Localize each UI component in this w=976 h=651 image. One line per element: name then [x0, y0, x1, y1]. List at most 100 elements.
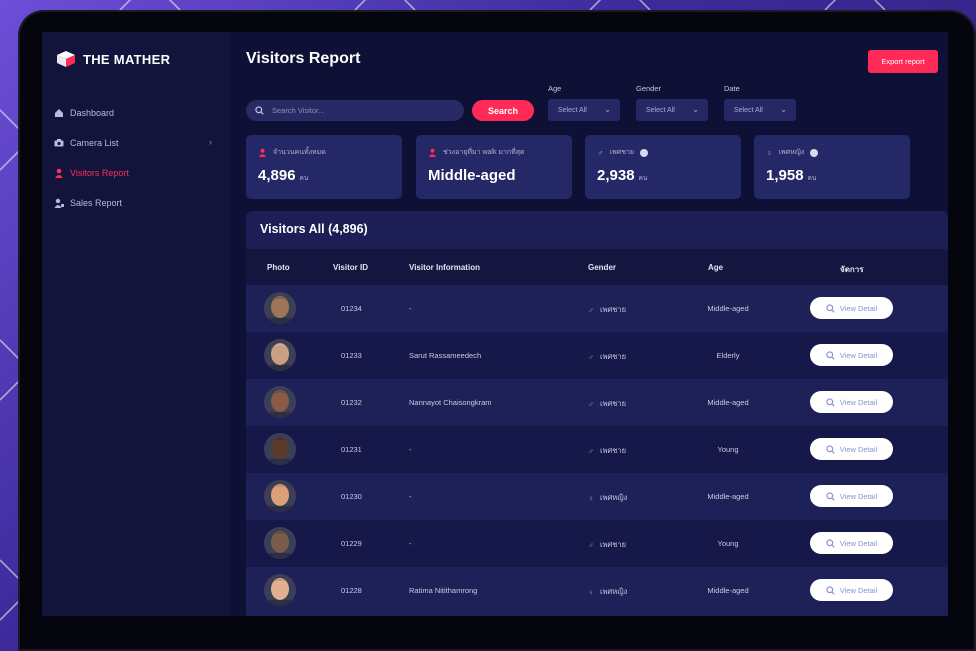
age-select[interactable]: Select All ⌄: [548, 99, 620, 121]
view-detail-label: View Detail: [839, 538, 878, 548]
sidebar-item-label: Camera List: [70, 138, 119, 148]
visitor-id: 01230: [341, 492, 362, 501]
table-row: 01230 - ♀ เพศหญิง Middle-aged View Detail: [246, 473, 948, 520]
camera-icon: [54, 138, 64, 148]
stat-value: 1,958: [766, 167, 804, 184]
female-icon: ♀: [766, 147, 773, 158]
avatar: [264, 480, 296, 512]
gender-select[interactable]: Select All ⌄: [636, 99, 708, 121]
brand-logo-icon: [56, 50, 76, 68]
sidebar-item-dashboard[interactable]: Dashboard: [54, 98, 220, 128]
column-header-action: จัดการ: [840, 265, 864, 274]
stat-label: เพศชาย: [609, 149, 634, 156]
select-value: Select All: [734, 106, 763, 114]
visitor-age: Middle-aged: [707, 492, 749, 501]
visitor-id: 01228: [341, 586, 362, 595]
male-icon: ♂: [588, 540, 594, 550]
date-select[interactable]: Select All ⌄: [724, 99, 796, 121]
gender-label: เพศชาย: [600, 399, 626, 408]
view-detail-button[interactable]: View Detail: [810, 297, 893, 319]
male-icon: ♂: [588, 352, 594, 362]
avatar: [264, 433, 296, 465]
table-title: Visitors All (4,896): [260, 222, 368, 236]
table-row: 01232 Nannayot Chaisongkram ♂ เพศชาย Middle-…: [246, 379, 948, 426]
chevron-down-icon: ⌄: [604, 105, 611, 114]
brand: THE MATHER: [56, 50, 170, 68]
sidebar-item-camera-list[interactable]: Camera List ›: [54, 128, 220, 158]
sidebar-item-label: Visitors Report: [70, 168, 129, 178]
visitor-id: 01229: [341, 539, 362, 548]
stat-label: ช่วงอายุที่มา walk มากที่สุด: [443, 149, 525, 156]
avatar: [264, 527, 296, 559]
filter-gender: Gender Select All ⌄: [636, 84, 708, 121]
visitor-gender: ♂ เพศชาย: [588, 351, 626, 363]
column-header-photo: Photo: [267, 263, 290, 272]
select-value: Select All: [558, 106, 587, 114]
view-detail-button[interactable]: View Detail: [810, 485, 893, 507]
visitor-gender: ♂ เพศชาย: [588, 445, 626, 457]
filter-label: Date: [724, 84, 740, 93]
gender-label: เพศชาย: [600, 540, 626, 549]
search-icon: [826, 444, 835, 454]
view-detail-label: View Detail: [839, 350, 878, 360]
gender-label: เพศหญิง: [600, 587, 628, 596]
search-bar: [246, 100, 464, 121]
column-header-info: Visitor Information: [409, 263, 480, 272]
view-detail-button[interactable]: View Detail: [810, 579, 893, 601]
visitor-age: Young: [717, 539, 739, 548]
visitor-age: Middle-aged: [707, 398, 749, 407]
view-detail-label: View Detail: [839, 397, 878, 407]
gender-label: เพศหญิง: [600, 493, 628, 502]
view-detail-label: View Detail: [839, 444, 878, 454]
view-detail-button[interactable]: View Detail: [810, 532, 893, 554]
table-row: 01228 Ratima Nitithamrong ♀ เพศหญิง Middle-a…: [246, 567, 948, 614]
stat-label: เพศหญิง: [778, 149, 805, 156]
sidebar: THE MATHER Dashboard Camera List › Visit…: [42, 32, 230, 616]
app-screen: THE MATHER Dashboard Camera List › Visit…: [42, 32, 948, 616]
visitors-table-panel: Visitors All (4,896) Photo Visitor ID Vi…: [246, 211, 948, 616]
stat-unit: คน: [638, 175, 648, 182]
table-row: 01229 - ♂ เพศชาย Young View Detail: [246, 520, 948, 567]
column-header-gender: Gender: [588, 263, 617, 272]
sidebar-item-label: Sales Report: [70, 198, 123, 208]
search-icon: [826, 397, 835, 407]
brand-name: THE MATHER: [83, 51, 171, 67]
view-detail-button[interactable]: View Detail: [810, 344, 893, 366]
stat-card-male: ♂ เพศชาย 2,938 คน: [585, 135, 741, 199]
female-icon: ♀: [588, 493, 594, 503]
main-content: Visitors Report Export report Search Age…: [230, 32, 948, 616]
chevron-down-icon: ⌄: [780, 105, 787, 114]
filter-date: Date Select All ⌄: [724, 84, 796, 121]
visitor-gender: ♂ เพศชาย: [588, 398, 626, 410]
sidebar-item-label: Dashboard: [70, 108, 115, 118]
export-report-button[interactable]: Export report: [868, 50, 938, 73]
sidebar-item-sales-report[interactable]: Sales Report: [54, 188, 220, 218]
table-row: 01233 Sarut Rassameedech ♂ เพศชาย Elderly Vie…: [246, 332, 948, 379]
filter-label: Age: [548, 84, 562, 93]
sidebar-item-visitors-report[interactable]: Visitors Report: [54, 158, 220, 188]
view-detail-label: View Detail: [839, 303, 878, 313]
view-detail-button[interactable]: View Detail: [810, 391, 893, 413]
stat-value: 2,938: [597, 167, 635, 184]
table-row: 01231 - ♂ เพศชาย Young View Detail: [246, 426, 948, 473]
visitor-info: -: [409, 445, 412, 454]
chevron-right-icon: ›: [209, 137, 212, 147]
visitor-info: -: [409, 492, 412, 501]
column-header-visitor-id: Visitor ID: [333, 263, 368, 272]
info-icon[interactable]: [639, 148, 648, 157]
home-icon: [54, 108, 64, 118]
visitor-info: Nannayot Chaisongkram: [409, 398, 492, 407]
visitor-info: Sarut Rassameedech: [409, 351, 482, 360]
info-icon[interactable]: [810, 148, 819, 157]
view-detail-button[interactable]: View Detail: [810, 438, 893, 460]
chevron-down-icon: ⌄: [692, 105, 699, 114]
visitor-info: -: [409, 304, 412, 313]
search-button[interactable]: Search: [472, 100, 534, 121]
user-icon: [54, 168, 64, 178]
search-input[interactable]: [270, 105, 454, 116]
view-detail-label: View Detail: [839, 491, 878, 501]
table-header: Photo Visitor ID Visitor Information Gen…: [246, 249, 948, 285]
filter-label: Gender: [636, 84, 662, 93]
stat-unit: คน: [299, 175, 309, 182]
visitor-age: Middle-aged: [707, 304, 749, 313]
